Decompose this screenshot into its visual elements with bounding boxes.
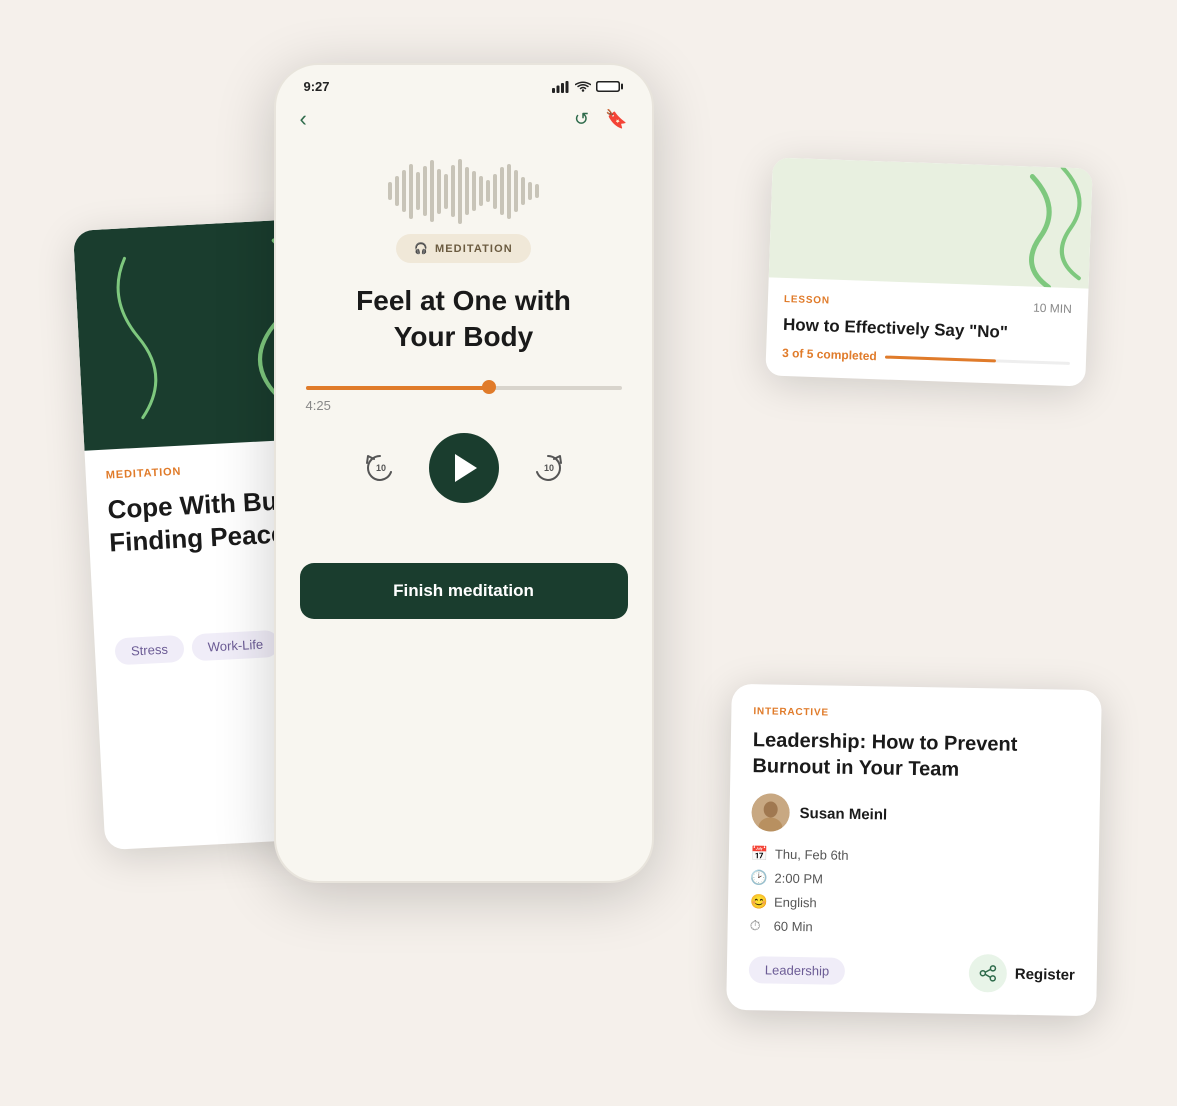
rewind-icon: 10 [362,450,398,486]
phone-title: Feel at One with Your Body [276,283,652,356]
wave-bar [402,170,406,212]
lesson-card-image [768,157,1092,288]
wave-bar [507,164,511,219]
wave-bar [416,172,420,210]
language-text: English [773,895,816,911]
author-photo [751,793,790,832]
player-controls: 10 10 [276,433,652,503]
wave-bar [458,159,462,224]
lesson-progress-bar [884,355,1069,364]
tag-stress[interactable]: Stress [114,635,184,666]
status-bar: 9:27 [276,65,652,94]
wave-bar [521,177,525,205]
phone-screen: 9:27 [274,63,654,883]
lesson-tag: LESSON [783,293,829,306]
wave-bar [479,176,483,206]
lesson-progress-text: 3 of 5 completed [781,346,876,363]
detail-date: 📅 Thu, Feb 6th [750,845,1076,868]
share-icon [978,964,996,982]
status-icons [552,80,624,93]
progress-section[interactable]: 4:25 [276,386,652,413]
calendar-icon: 📅 [750,845,766,862]
wave-bar [451,165,455,217]
wave-bar [465,167,469,215]
signal-icon [552,81,570,93]
finish-meditation-button[interactable]: Finish meditation [300,563,628,619]
interactive-tag: INTERACTIVE [753,706,1079,723]
author-name: Susan Meinl [799,804,887,823]
forward-icon: 10 [530,450,566,486]
author-avatar [751,793,790,832]
wave-bar [535,184,539,198]
lesson-image-decoration [768,157,1092,288]
history-icon[interactable]: ↺ [574,109,589,130]
phone-nav: ‹ ↺ 🔖 [276,94,652,144]
author-row: Susan Meinl [751,793,1078,837]
wave-bar [514,170,518,212]
wave-bar [423,166,427,216]
wave-bar [437,169,441,214]
lesson-card: LESSON 10 MIN How to Effectively Say "No… [765,157,1092,386]
wave-bar [395,176,399,206]
lesson-card-content: LESSON 10 MIN How to Effectively Say "No… [765,277,1088,386]
register-row: Register [968,954,1075,994]
nav-icons: ↺ 🔖 [574,109,628,130]
wifi-icon [575,81,591,93]
clock-icon: 🕑 [750,869,766,886]
wave-bar [430,160,434,222]
date-text: Thu, Feb 6th [774,847,848,863]
interactive-card: INTERACTIVE Leadership: How to Prevent B… [726,684,1102,1016]
back-button[interactable]: ‹ [300,106,307,132]
wave-bar [472,171,476,211]
meditation-badge-label: MEDITATION [435,243,513,255]
progress-fill [306,386,489,390]
play-icon [455,454,477,482]
wave-bar [500,167,504,215]
lesson-header: LESSON 10 MIN [783,292,1071,316]
lesson-title: How to Effectively Say "No" [782,314,1071,346]
lesson-progress-row: 3 of 5 completed [781,346,1069,370]
waveform [276,144,652,234]
wave-bar [493,174,497,209]
progress-thumb [482,380,496,394]
duration-icon: ⏱ [749,917,765,934]
rewind-button[interactable]: 10 [361,449,399,487]
duration-text: 60 Min [773,919,812,935]
meditation-badge: 🎧 MEDITATION [396,234,531,263]
progress-time: 4:25 [306,398,622,413]
detail-duration: ⏱ 60 Min [749,917,1075,940]
wave-bar [528,182,532,200]
footer-tags: Leadership [748,956,845,985]
wave-bar [486,180,490,202]
leadership-tag[interactable]: Leadership [748,956,845,985]
language-icon: 😊 [749,893,765,910]
wave-bar [444,174,448,209]
play-button[interactable] [429,433,499,503]
interactive-title: Leadership: How to Prevent Burnout in Yo… [752,727,1079,785]
detail-time: 🕑 2:00 PM [750,869,1076,892]
svg-text:10: 10 [544,463,554,473]
progress-bar[interactable] [306,386,622,390]
share-button[interactable] [968,954,1007,993]
time-text: 2:00 PM [774,871,823,887]
headphone-icon: 🎧 [414,242,429,255]
bookmark-icon[interactable]: 🔖 [605,109,627,130]
svg-text:10: 10 [376,463,386,473]
time-display: 9:27 [304,79,330,94]
lesson-progress-fill [884,355,995,362]
forward-button[interactable]: 10 [529,449,567,487]
detail-language: 😊 English [749,893,1075,916]
wave-bar [388,182,392,200]
battery-icon [596,80,624,93]
register-button[interactable]: Register [1014,965,1074,983]
card-footer: Leadership Register [748,950,1075,994]
wave-bar [409,164,413,219]
tag-worklife[interactable]: Work-Life [191,630,280,662]
lesson-duration: 10 MIN [1032,301,1071,316]
